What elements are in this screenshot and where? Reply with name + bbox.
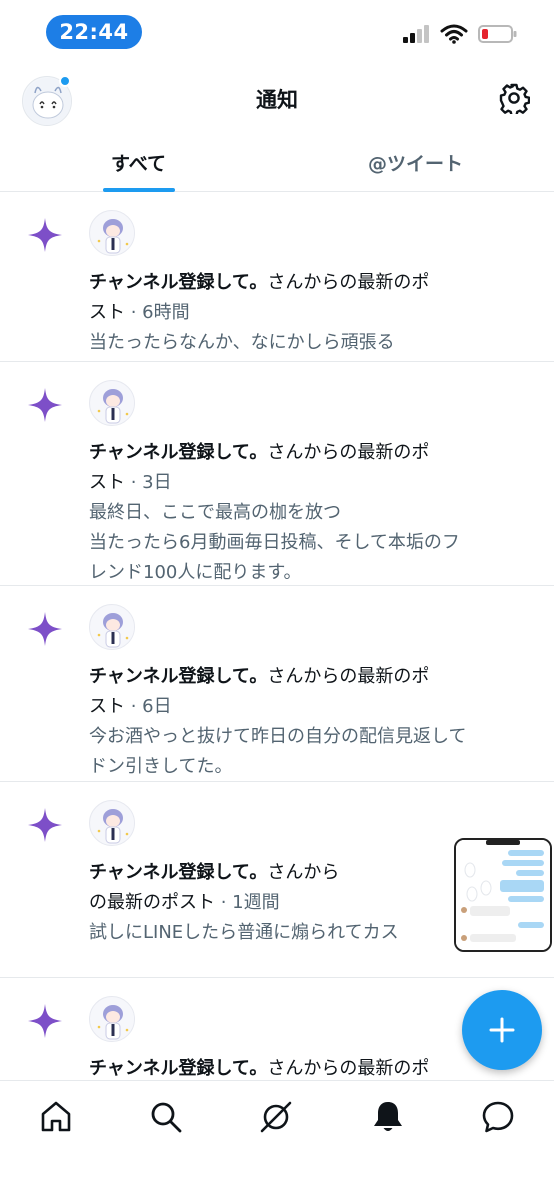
notification-feed: チャンネル登録して。さんからの最新のポ スト · 6時間 当たったらなんか、なにか… bbox=[0, 192, 554, 1080]
notification-item[interactable]: チャンネル登録して。さんからの最新のポスト · 3日 最終日、ここで最高の枷を放… bbox=[0, 362, 554, 586]
author-name: チャンネル登録して。 bbox=[89, 862, 268, 883]
headline-text: スト bbox=[89, 472, 125, 493]
notification-headline: チャンネル登録して。さんからの最新のポスト · 3日 bbox=[89, 438, 470, 498]
tab-label: すべて bbox=[111, 153, 166, 175]
headline-text: さんからの最新のポ bbox=[267, 666, 430, 687]
post-preview: 当たったらなんか、なにかしら頑張る bbox=[89, 328, 470, 358]
author-name: チャンネル登録して。 bbox=[89, 666, 268, 687]
app-header: 通知 bbox=[0, 64, 554, 136]
messages-icon[interactable] bbox=[480, 1099, 516, 1135]
status-bar: 22:44 bbox=[0, 0, 554, 64]
sparkle-star-icon bbox=[28, 388, 62, 422]
notification-headline: チャンネル登録して。さんからの最新のポスト · 6日 bbox=[89, 662, 470, 722]
gear-icon[interactable] bbox=[498, 82, 530, 114]
notification-item[interactable]: チャンネル登録して。さんからの最新のポスト · 6時間 当たったらなんか、なにか… bbox=[0, 192, 554, 362]
author-avatar[interactable] bbox=[89, 210, 135, 256]
headline-text: さんから bbox=[267, 862, 340, 883]
author-avatar[interactable] bbox=[89, 800, 135, 846]
timestamp: · 1週間 bbox=[215, 892, 280, 913]
tab-mentions[interactable]: @ツイート bbox=[277, 136, 554, 191]
post-preview-line: 試しにLINEしたら普通に煽られてカス bbox=[89, 922, 399, 943]
plus-icon bbox=[489, 1017, 515, 1043]
tab-label: @ツイート bbox=[367, 153, 463, 175]
post-preview: 試しにLINEしたら普通に煽られてカス bbox=[89, 918, 420, 948]
author-avatar[interactable] bbox=[89, 380, 135, 426]
notification-headline: チャンネル登録して。さんからの最新のポスト · 6時間 bbox=[89, 268, 470, 328]
sparkle-star-icon bbox=[28, 218, 62, 252]
author-avatar[interactable] bbox=[89, 604, 135, 650]
author-name: チャンネル登録して。 bbox=[89, 1058, 268, 1079]
notification-headline: チャンネル登録して。さんからの最新のポ bbox=[89, 1054, 470, 1080]
headline-text: スト bbox=[89, 302, 125, 323]
post-preview-line: 最終日、ここで最高の枷を放つ bbox=[89, 502, 341, 523]
notification-item[interactable]: チャンネル登録して。さんからの最新のポスト · 6日 今お酒やっと抜けて昨日の自… bbox=[0, 586, 554, 782]
sparkle-star-icon bbox=[28, 808, 62, 842]
sparkle-star-icon bbox=[28, 612, 62, 646]
headline-text: さんからの最新のポ bbox=[267, 1058, 430, 1079]
notification-tabs: すべて @ツイート bbox=[0, 136, 554, 192]
search-icon[interactable] bbox=[148, 1099, 184, 1135]
post-preview-line: 当たったら6月動画毎日投稿、そして本垢のフレンド100人に配ります。 bbox=[89, 532, 460, 583]
bell-icon[interactable] bbox=[370, 1099, 406, 1135]
battery-low-icon bbox=[478, 25, 517, 43]
cellular-signal-icon bbox=[403, 25, 429, 43]
home-icon[interactable] bbox=[38, 1099, 74, 1135]
media-thumbnail[interactable] bbox=[454, 838, 552, 952]
author-avatar[interactable] bbox=[89, 996, 135, 1042]
spaces-icon[interactable] bbox=[258, 1099, 294, 1135]
headline-text: の最新のポスト bbox=[89, 892, 215, 913]
author-name: チャンネル登録して。 bbox=[89, 442, 268, 463]
status-time: 22:44 bbox=[46, 15, 142, 49]
notification-item[interactable]: チャンネル登録して。さんからの最新のポスト · 1週間 試しにLINEしたら普通… bbox=[0, 782, 554, 978]
headline-text: さんからの最新のポ bbox=[267, 442, 430, 463]
headline-text: スト bbox=[89, 696, 125, 717]
status-icons bbox=[402, 24, 518, 44]
timestamp: · 6日 bbox=[125, 696, 172, 717]
post-preview: 最終日、ここで最高の枷を放つ 当たったら6月動画毎日投稿、そして本垢のフレンド1… bbox=[89, 498, 470, 588]
post-preview: 今お酒やっと抜けて昨日の自分の配信見返してドン引きしてた。 bbox=[89, 722, 470, 782]
sparkle-star-icon bbox=[28, 1004, 62, 1038]
post-preview-line: 今お酒やっと抜けて昨日の自分の配信見返してドン引きしてた。 bbox=[89, 726, 467, 777]
timestamp: · 3日 bbox=[125, 472, 172, 493]
post-preview-line: 当たったらなんか、なにかしら頑張る bbox=[89, 332, 395, 353]
timestamp: · 6時間 bbox=[125, 302, 190, 323]
page-title: 通知 bbox=[256, 88, 298, 112]
bottom-nav bbox=[0, 1080, 554, 1200]
author-name: チャンネル登録して。 bbox=[89, 272, 268, 293]
compose-button[interactable] bbox=[462, 990, 542, 1070]
tab-all[interactable]: すべて bbox=[0, 136, 277, 192]
headline-text: さんからの最新のポ bbox=[267, 272, 430, 293]
notification-headline: チャンネル登録して。さんからの最新のポスト · 1週間 bbox=[89, 858, 366, 918]
wifi-icon bbox=[440, 24, 468, 44]
